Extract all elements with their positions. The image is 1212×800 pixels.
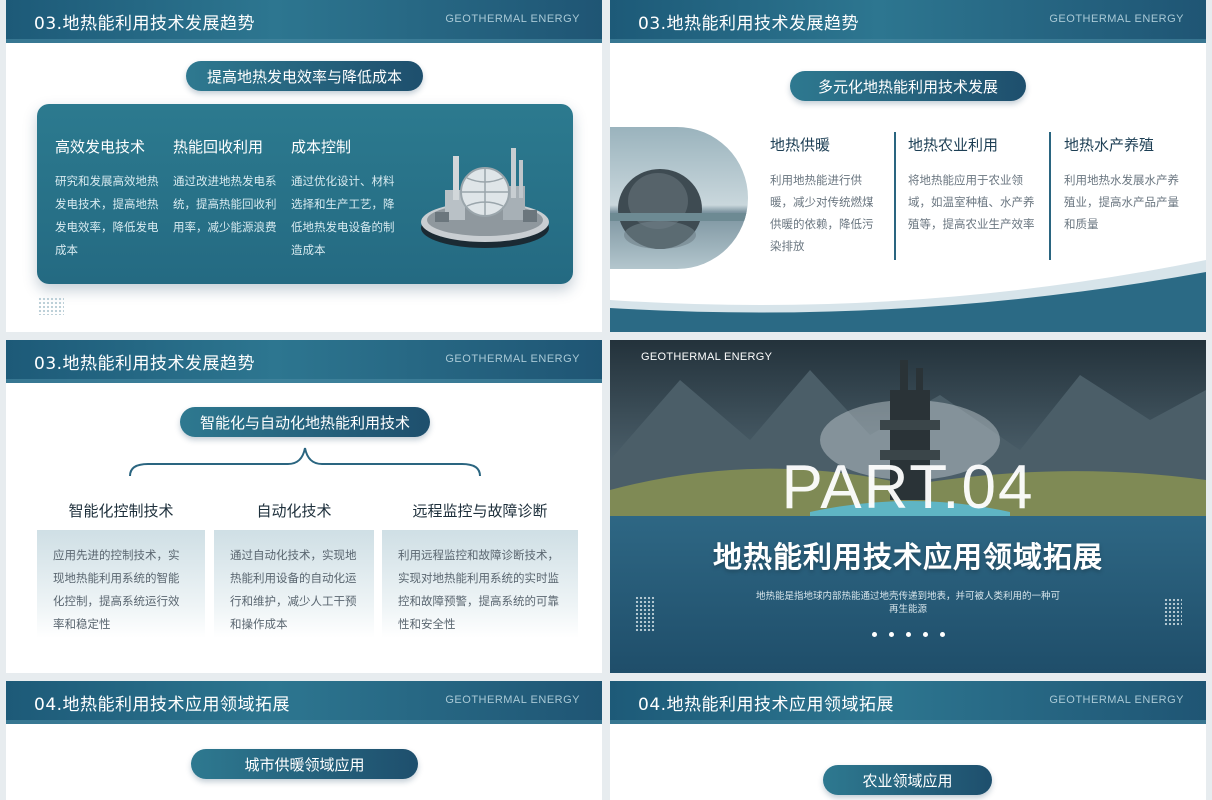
slide-diversified[interactable]: 03.地热能利用技术发展趋势 GEOTHERMAL ENERGY 多元化地热能利… [610, 0, 1206, 332]
slide-intelligent[interactable]: 03.地热能利用技术发展趋势 GEOTHERMAL ENERGY 智能化与自动化… [6, 340, 602, 673]
divider [1049, 132, 1051, 260]
dot-pattern-left [635, 596, 655, 632]
bullet-dots [872, 632, 945, 637]
brand-label: GEOTHERMAL ENERGY [1049, 694, 1184, 706]
column-desc: 利用地热水发展水产养殖业，提高水产品产量和质量 [1064, 173, 1179, 231]
column-automation: 自动化技术 通过自动化技术，实现地热能利用设备的自动化运行和维护，减少人工干预和… [214, 500, 374, 638]
slide-header: 03.地热能利用技术发展趋势 GEOTHERMAL ENERGY [610, 0, 1206, 43]
wave-decoration [610, 260, 1206, 332]
slide-title: 04.地热能利用技术应用领域拓展 [638, 695, 895, 715]
section-desc: 地热能是指地球内部热能通过地壳传递到地表，并可被人类利用的一种可再生能源 [755, 591, 1060, 615]
brand-label: GEOTHERMAL ENERGY [445, 694, 580, 706]
section-title: 地热能利用技术应用领域拓展 [712, 540, 1103, 574]
brand-label: GEOTHERMAL ENERGY [445, 353, 580, 365]
column-remote-monitoring: 远程监控与故障诊断 利用远程监控和故障诊断技术，实现对地热能利用系统的实时监控和… [382, 500, 578, 638]
column-intelligent-control: 智能化控制技术 应用先进的控制技术，实现地热能利用系统的智能化控制，提高系统运行… [37, 500, 205, 638]
slide-part-cover[interactable]: GEOTHERMAL ENERGY PART.04 地热能利用技术应用领域拓展 … [610, 340, 1206, 673]
column-desc: 通过优化设计、材料选择和生产工艺，降低地热发电设备的制造成本 [291, 174, 395, 257]
column-heat-recovery: 热能回收利用 通过改进地热发电系统，提高热能回收利用率，减少能源浪费 [173, 136, 279, 239]
column-title: 智能化控制技术 [68, 502, 174, 520]
dot-pattern [38, 297, 64, 315]
power-plant-icon [421, 148, 549, 248]
column-desc: 通过自动化技术，实现地热能利用设备的自动化运行和维护，减少人工干预和操作成本 [214, 530, 374, 638]
brand-label: GEOTHERMAL ENERGY [1049, 13, 1184, 25]
content-card: 高效发电技术 研究和发展高效地热发电技术，提高地热发电效率，降低发电成本 热能回… [37, 104, 573, 284]
section-pill: 提高地热发电效率与降低成本 [186, 61, 423, 91]
column-desc: 利用地热能进行供暖，减少对传统燃煤供暖的依赖，降低污染排放 [770, 173, 874, 253]
column-agriculture: 地热农业利用 将地热能应用于农业领域，如温室种植、水产养殖等，提高农业生产效率 [908, 134, 1044, 235]
column-desc: 利用远程监控和故障诊断技术，实现对地热能利用系统的实时监控和故障预警，提高系统的… [382, 530, 578, 638]
lake-rock-image [610, 127, 748, 269]
column-high-efficiency: 高效发电技术 研究和发展高效地热发电技术，提高地热发电效率，降低发电成本 [55, 136, 161, 262]
section-pill: 农业领域应用 [823, 765, 992, 795]
divider [894, 132, 896, 260]
column-title: 热能回收利用 [173, 138, 264, 156]
part-number: PART.04 [781, 453, 1035, 522]
column-title: 自动化技术 [256, 502, 332, 520]
column-title: 地热供暖 [770, 136, 831, 154]
slide-header: 04.地热能利用技术应用领域拓展 GEOTHERMAL ENERGY [610, 681, 1206, 724]
column-aquaculture: 地热水产养殖 利用地热水发展水产养殖业，提高水产品产量和质量 [1064, 134, 1184, 235]
brand-label: GEOTHERMAL ENERGY [445, 13, 580, 25]
column-title: 成本控制 [291, 138, 352, 156]
slide-title: 03.地热能利用技术发展趋势 [638, 14, 860, 34]
column-desc: 研究和发展高效地热发电技术，提高地热发电效率，降低发电成本 [55, 174, 159, 257]
slide-title: 04.地热能利用技术应用领域拓展 [34, 695, 291, 715]
slide-header: 03.地热能利用技术发展趋势 GEOTHERMAL ENERGY [6, 0, 602, 43]
column-title: 地热农业利用 [908, 136, 999, 154]
brace-connector [129, 447, 481, 477]
column-desc: 将地热能应用于农业领域，如温室种植、水产养殖等，提高农业生产效率 [908, 173, 1035, 231]
column-title: 地热水产养殖 [1064, 136, 1155, 154]
slide-header: 03.地热能利用技术发展趋势 GEOTHERMAL ENERGY [6, 340, 602, 383]
column-title: 高效发电技术 [55, 138, 146, 156]
section-pill: 智能化与自动化地热能利用技术 [180, 407, 430, 437]
column-heating: 地热供暖 利用地热能进行供暖，减少对传统燃煤供暖的依赖，降低污染排放 [770, 134, 874, 257]
dot-pattern-right [1164, 598, 1182, 626]
slide-title: 03.地热能利用技术发展趋势 [34, 354, 256, 374]
section-pill: 多元化地热能利用技术发展 [790, 71, 1026, 101]
column-title: 远程监控与故障诊断 [412, 502, 548, 520]
slide-header: 04.地热能利用技术应用领域拓展 GEOTHERMAL ENERGY [6, 681, 602, 724]
column-desc: 应用先进的控制技术，实现地热能利用系统的智能化控制，提高系统运行效率和稳定性 [37, 530, 205, 638]
column-desc: 通过改进地热发电系统，提高热能回收利用率，减少能源浪费 [173, 174, 277, 234]
brand-label: GEOTHERMAL ENERGY [641, 351, 773, 363]
column-cost-control: 成本控制 通过优化设计、材料选择和生产工艺，降低地热发电设备的制造成本 [291, 136, 403, 262]
slide-efficiency[interactable]: 03.地热能利用技术发展趋势 GEOTHERMAL ENERGY 提高地热发电效… [6, 0, 602, 332]
slide-agriculture[interactable]: 04.地热能利用技术应用领域拓展 GEOTHERMAL ENERGY 农业领域应… [610, 681, 1206, 800]
slide-title: 03.地热能利用技术发展趋势 [34, 14, 256, 34]
section-pill: 城市供暖领域应用 [191, 749, 418, 779]
slide-urban-heating[interactable]: 04.地热能利用技术应用领域拓展 GEOTHERMAL ENERGY 城市供暖领… [6, 681, 602, 800]
